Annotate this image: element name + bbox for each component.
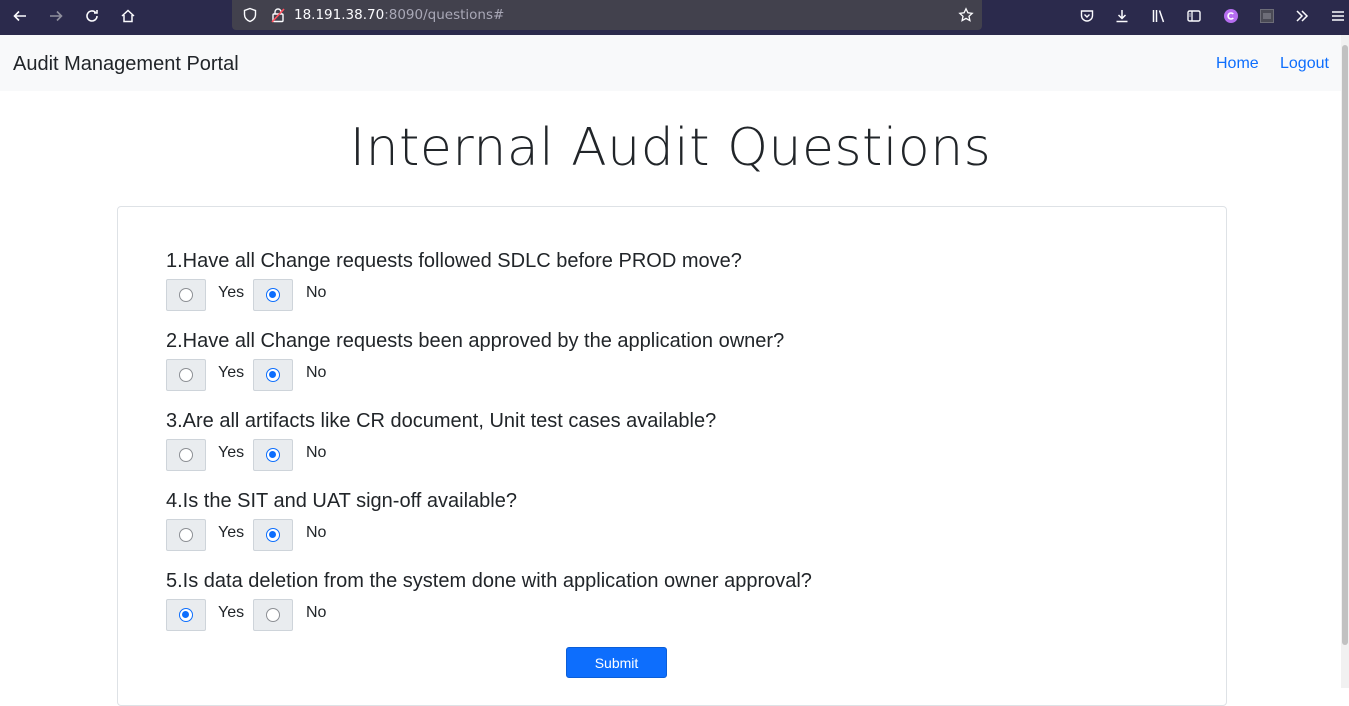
overflow-chevron-icon[interactable]	[1288, 4, 1316, 28]
sidebar-icon[interactable]	[1180, 4, 1208, 28]
q4-no-radio-box[interactable]	[253, 519, 293, 551]
q4-yes-label: Yes	[218, 524, 245, 541]
brand-title[interactable]: Audit Management Portal	[13, 53, 239, 76]
extension-icon[interactable]	[1253, 4, 1281, 28]
q4-yes-radio[interactable]	[179, 528, 193, 542]
q1-yes-label: Yes	[218, 284, 245, 301]
page-title: Internal Audit Questions	[349, 118, 992, 178]
reload-icon[interactable]	[78, 4, 106, 28]
shield-icon[interactable]	[236, 3, 264, 27]
q4-no-label: No	[306, 524, 327, 541]
url-text[interactable]: 18.191.38.70:8090/questions#	[294, 7, 504, 23]
insecure-lock-icon[interactable]	[264, 3, 292, 27]
q2-yes-radio-box[interactable]	[166, 359, 206, 391]
url-path: :8090/questions#	[384, 7, 505, 23]
submit-button[interactable]: Submit	[566, 647, 667, 678]
question-text: 3.Are all artifacts like CR document, Un…	[166, 410, 717, 432]
q3-yes-radio[interactable]	[179, 448, 193, 462]
q4-yes-radio-box[interactable]	[166, 519, 206, 551]
q3-yes-label: Yes	[218, 444, 245, 461]
bookmark-star-icon[interactable]	[952, 3, 980, 27]
nav-link-home[interactable]: Home	[1216, 55, 1259, 73]
question-text: 2.Have all Change requests been approved…	[166, 330, 785, 352]
q1-yes-radio-box[interactable]	[166, 279, 206, 311]
q2-no-label: No	[306, 364, 327, 381]
q3-no-radio-box[interactable]	[253, 439, 293, 471]
question-text: 5.Is data deletion from the system done …	[166, 570, 812, 592]
nav-link-logout[interactable]: Logout	[1280, 55, 1329, 73]
q5-yes-radio-box[interactable]	[166, 599, 206, 631]
home-icon[interactable]	[114, 4, 142, 28]
q5-yes-radio[interactable]	[179, 608, 193, 622]
q5-no-radio-box[interactable]	[253, 599, 293, 631]
browser-toolbar: 18.191.38.70:8090/questions#	[0, 0, 1349, 35]
q1-no-radio-box[interactable]	[253, 279, 293, 311]
q4-no-radio[interactable]	[266, 528, 280, 542]
q3-no-label: No	[306, 444, 327, 461]
q5-yes-label: Yes	[218, 604, 245, 621]
scrollbar-thumb[interactable]	[1342, 45, 1348, 645]
download-icon[interactable]	[1108, 4, 1136, 28]
back-icon[interactable]	[6, 4, 34, 28]
q1-no-radio[interactable]	[266, 288, 280, 302]
url-host: 18.191.38.70	[294, 7, 385, 23]
menu-icon[interactable]	[1324, 4, 1349, 28]
question-text: 1.Have all Change requests followed SDLC…	[166, 250, 742, 272]
q2-no-radio-box[interactable]	[253, 359, 293, 391]
q5-no-radio[interactable]	[266, 608, 280, 622]
account-avatar-icon[interactable]	[1217, 4, 1245, 28]
q5-no-label: No	[306, 604, 327, 621]
q2-yes-radio[interactable]	[179, 368, 193, 382]
pocket-icon[interactable]	[1073, 4, 1101, 28]
question-text: 4.Is the SIT and UAT sign-off available?	[166, 490, 517, 512]
page-scrollbar[interactable]	[1341, 35, 1349, 688]
q1-yes-radio[interactable]	[179, 288, 193, 302]
library-icon[interactable]	[1145, 4, 1173, 28]
q3-no-radio[interactable]	[266, 448, 280, 462]
q3-yes-radio-box[interactable]	[166, 439, 206, 471]
q2-no-radio[interactable]	[266, 368, 280, 382]
url-bar[interactable]: 18.191.38.70:8090/questions#	[232, 0, 982, 30]
forward-icon[interactable]	[42, 4, 70, 28]
navbar: Audit Management Portal Home Logout	[0, 35, 1341, 91]
q1-no-label: No	[306, 284, 327, 301]
q2-yes-label: Yes	[218, 364, 245, 381]
